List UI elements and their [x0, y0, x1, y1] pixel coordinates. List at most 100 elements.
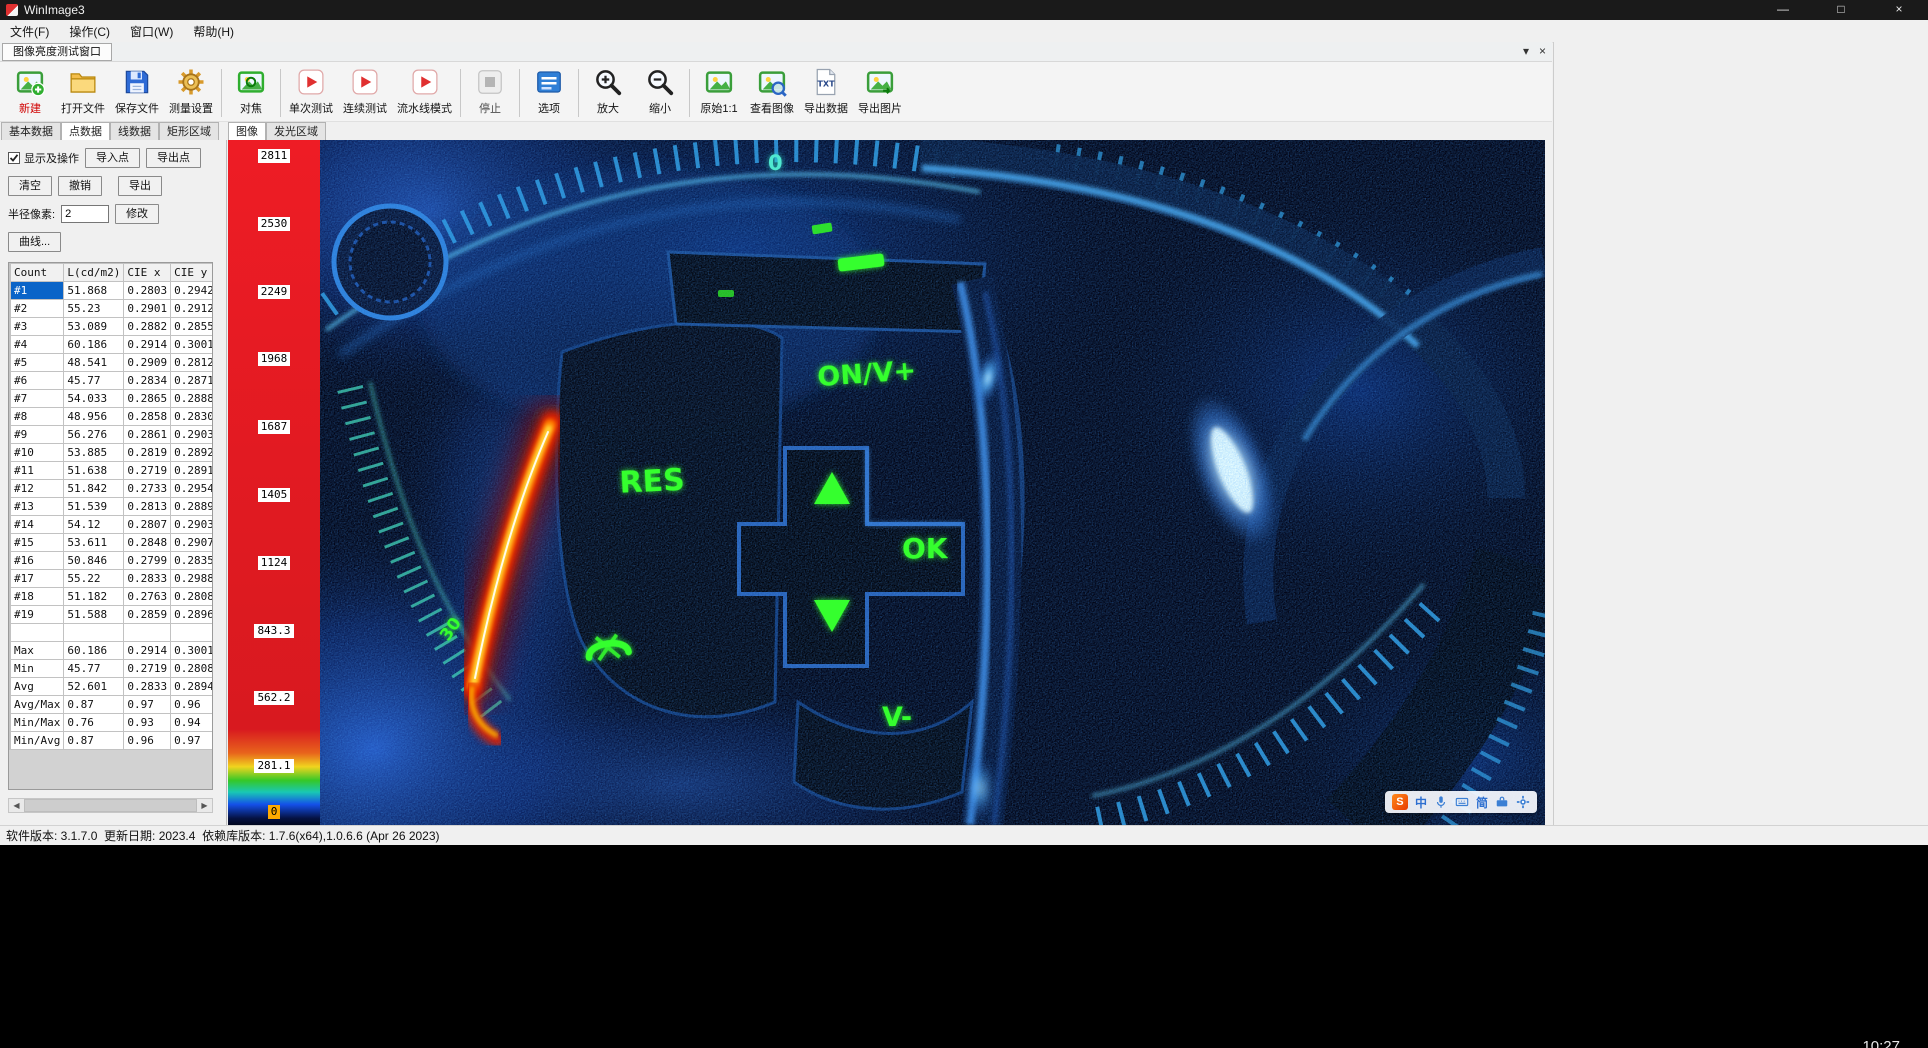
toolbar-button-export-image[interactable]: 导出图片 — [853, 65, 907, 118]
toolbar-button-label: 打开文件 — [61, 100, 105, 116]
curve-button[interactable]: 曲线... — [8, 232, 61, 252]
undo-button[interactable]: 撤销 — [58, 176, 102, 196]
keyboard-icon[interactable] — [1455, 795, 1469, 809]
tab-rect-region[interactable]: 矩形区域 — [159, 122, 219, 140]
table-summary-row[interactable]: Max60.1860.29140.3001 — [10, 642, 214, 660]
table-row[interactable]: #1351.5390.28130.2889 — [10, 498, 214, 516]
toolbar-button-single-test[interactable]: 单次测试 — [284, 65, 338, 118]
toolbar-button-zoom-in[interactable]: 放大 — [582, 65, 634, 118]
table-row[interactable]: #754.0330.28650.2888 — [10, 390, 214, 408]
table-cell: 50.846 — [64, 552, 124, 570]
table-summary-row[interactable]: Avg/Max0.870.970.96 — [10, 696, 214, 714]
export-button[interactable]: 导出 — [118, 176, 162, 196]
table-row[interactable]: #1454.120.28070.2903 — [10, 516, 214, 534]
close-button[interactable]: × — [1870, 0, 1928, 20]
table-row[interactable]: #848.9560.28580.2830 — [10, 408, 214, 426]
tab-image[interactable]: 图像 — [228, 122, 266, 140]
toolbar-button-options[interactable]: 选项 — [523, 65, 575, 118]
table-row[interactable]: #1053.8850.28190.2892 — [10, 444, 214, 462]
table-row[interactable]: #1251.8420.27330.2954 — [10, 480, 214, 498]
modify-button[interactable]: 修改 — [115, 204, 159, 224]
table-row[interactable]: #1755.220.28330.2988 — [10, 570, 214, 588]
table-row[interactable]: #255.230.29010.2912 — [10, 300, 214, 318]
tab-image-brightness-test[interactable]: 图像亮度测试窗口 — [2, 43, 112, 61]
radius-input[interactable] — [61, 205, 109, 223]
clear-button[interactable]: 清空 — [8, 176, 52, 196]
toolbar-button-pipeline-mode[interactable]: 流水线模式 — [392, 65, 457, 118]
toolbar-button-zoom-out[interactable]: 缩小 — [634, 65, 686, 118]
mic-icon[interactable] — [1434, 795, 1448, 809]
scroll-right-arrow-icon[interactable]: ▶ — [197, 799, 212, 812]
toolbar-button-open-file[interactable]: 打开文件 — [56, 65, 110, 118]
table-row[interactable]: #1151.6380.27190.2891 — [10, 462, 214, 480]
toolbar-button-save-file[interactable]: 保存文件 — [110, 65, 164, 118]
minimize-button[interactable]: — — [1754, 0, 1812, 20]
table-cell: 0.97 — [124, 696, 171, 714]
table-horizontal-scrollbar[interactable]: ◀ ▶ — [8, 798, 213, 813]
menu-file[interactable]: 文件(F) — [0, 21, 59, 42]
table-row[interactable]: #1650.8460.27990.2835 — [10, 552, 214, 570]
tab-list-dropdown-icon[interactable]: ▾ — [1523, 44, 1529, 58]
table-row[interactable]: #548.5410.29090.2812 — [10, 354, 214, 372]
table-row[interactable]: #1553.6110.28480.2907 — [10, 534, 214, 552]
view-image-icon — [757, 67, 787, 97]
maximize-button[interactable]: □ — [1812, 0, 1870, 20]
table-row[interactable]: #151.8680.28030.2942 — [10, 282, 214, 300]
table-cell: 0.2833 — [124, 570, 171, 588]
simplified-chinese-indicator[interactable]: 简 — [1476, 794, 1488, 811]
scrollbar-thumb[interactable] — [24, 799, 197, 812]
toolbar-button-original-1-1[interactable]: 原始1:1 — [693, 65, 745, 118]
table-summary-row[interactable]: Min/Max0.760.930.94 — [10, 714, 214, 732]
table-cell: 0.2855 — [171, 318, 213, 336]
menu-window[interactable]: 窗口(W) — [120, 21, 183, 42]
table-cell: 0.2903 — [171, 426, 213, 444]
toolbar-button-label: 选项 — [538, 100, 560, 116]
taskbar-clock: 10:27 — [1862, 1038, 1900, 1048]
table-summary-row[interactable]: Min/Avg0.870.960.97 — [10, 732, 214, 750]
table-summary-row[interactable]: Min45.770.27190.2808 — [10, 660, 214, 678]
table-cell: 55.22 — [64, 570, 124, 588]
tab-line-data[interactable]: 线数据 — [110, 122, 159, 140]
toolbox-icon[interactable] — [1495, 795, 1509, 809]
toolbar-button-stop[interactable]: 停止 — [464, 65, 516, 118]
table-cell: 45.77 — [64, 660, 124, 678]
ime-settings-gear-icon[interactable] — [1516, 795, 1530, 809]
table-row[interactable]: #460.1860.29140.3001 — [10, 336, 214, 354]
toolbar-button-continuous-test[interactable]: 连续测试 — [338, 65, 392, 118]
import-points-button[interactable]: 导入点 — [85, 148, 140, 168]
scroll-left-arrow-icon[interactable]: ◀ — [9, 799, 24, 812]
point-data-table[interactable]: CountL(cd/m2)CIE xCIE y #151.8680.28030.… — [8, 262, 213, 790]
sogou-logo-icon[interactable]: S — [1392, 794, 1408, 810]
table-summary-row[interactable]: Avg52.6010.28330.2894 — [10, 678, 214, 696]
toolbar-button-label: 对焦 — [240, 100, 262, 116]
table-cell: 0.2808 — [171, 588, 213, 606]
tab-close-icon[interactable]: × — [1539, 44, 1546, 58]
export-points-button[interactable]: 导出点 — [146, 148, 201, 168]
tab-basic-data[interactable]: 基本数据 — [1, 122, 61, 140]
table-cell — [64, 624, 124, 642]
table-row[interactable]: #1851.1820.27630.2808 — [10, 588, 214, 606]
chinese-mode-indicator[interactable]: 中 — [1415, 794, 1427, 811]
table-cell: 54.033 — [64, 390, 124, 408]
table-cell: 51.539 — [64, 498, 124, 516]
table-cell: Min/Max — [11, 714, 64, 732]
menu-help[interactable]: 帮助(H) — [183, 21, 244, 42]
image-display-area[interactable]: ON/V+ RES OK V- 0 30 S 中 简 — [320, 140, 1545, 825]
toolbar-button-measure-settings[interactable]: 测量设置 — [164, 65, 218, 118]
tab-point-data[interactable]: 点数据 — [61, 122, 110, 140]
table-row[interactable]: #353.0890.28820.2855 — [10, 318, 214, 336]
table-cell: Min — [11, 660, 64, 678]
toolbar-button-export-data[interactable]: TXT导出数据 — [799, 65, 853, 118]
table-row[interactable]: #1951.5880.28590.2896 — [10, 606, 214, 624]
toolbar-separator — [280, 69, 281, 117]
menu-operate[interactable]: 操作(C) — [59, 21, 120, 42]
table-row[interactable]: #645.770.28340.2871 — [10, 372, 214, 390]
toolbar-button-view-image[interactable]: 查看图像 — [745, 65, 799, 118]
toolbar-button-focus[interactable]: 对焦 — [225, 65, 277, 118]
table-row[interactable]: #956.2760.28610.2903 — [10, 426, 214, 444]
table-empty-row[interactable] — [10, 624, 214, 642]
table-cell: 0.2912 — [171, 300, 213, 318]
tab-glow-region[interactable]: 发光区域 — [266, 122, 326, 140]
show-operate-checkbox[interactable]: 显示及操作 — [8, 150, 79, 166]
toolbar-button-new[interactable]: 新建 — [4, 65, 56, 118]
